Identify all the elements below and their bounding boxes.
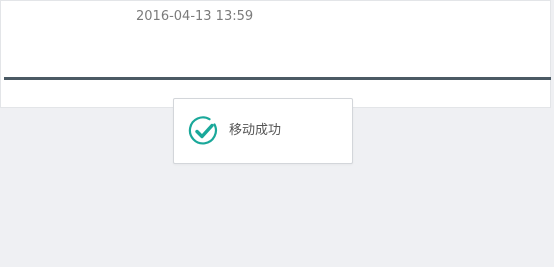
record-timestamp: 2016-04-13 13:59 — [136, 9, 254, 24]
success-check-icon — [188, 115, 220, 147]
success-toast: 移动成功 — [173, 98, 353, 164]
toast-message: 移动成功 — [229, 123, 282, 138]
panel-divider — [4, 77, 551, 80]
record-panel: 2016-04-13 13:59 — [0, 0, 551, 108]
